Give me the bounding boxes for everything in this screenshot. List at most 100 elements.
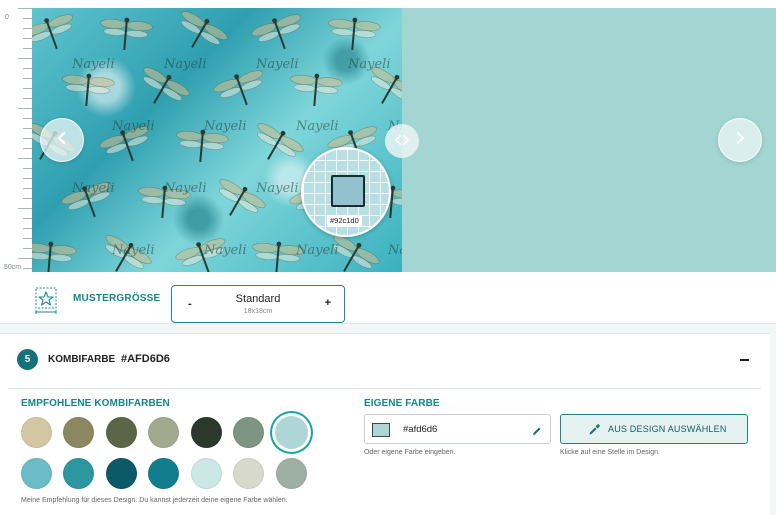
vertical-ruler: 0 50cm [0,8,32,271]
watermark-text: Nayeli [387,243,402,258]
dragonfly-motif [328,17,381,51]
design-preview: 0 50cm Nayeli Nayeli Nayeli Nayeli Nayeli Nay… [0,0,776,272]
watermark-text: Nayeli [203,119,246,134]
color-swatch[interactable] [63,457,94,489]
color-swatch[interactable] [105,457,137,489]
color-swatch[interactable] [148,416,179,448]
dragonfly-motif [62,73,115,107]
ruler-tick [23,198,32,199]
collapse-button[interactable] [740,359,749,361]
color-swatch[interactable] [274,415,308,449]
pick-from-design-button[interactable]: AUS DESIGN AUSWÄHLEN [560,414,748,444]
pick-from-design-label: AUS DESIGN AUSWÄHLEN [608,424,727,434]
ruler-tick [23,248,32,249]
watermark-text: Nayeli [347,57,390,72]
ruler-tick [18,108,32,109]
ruler-tick [23,68,32,69]
loupe-hex-label: #92c1d0 [327,215,362,227]
eyedropper-icon [588,423,601,441]
watermark-text: Nayeli [203,243,246,258]
ruler-tick [23,128,32,129]
dragonfly-motif [251,14,302,50]
watermark-text: Nayeli [255,57,298,72]
color-picker-loupe: #92c1d0 [301,147,391,237]
chevron-left-icon [54,130,70,151]
ruler-tick [23,188,32,189]
pick-from-design-hint: Klicke auf eine Stelle im Design. [560,449,660,456]
ruler-tick [18,158,32,159]
next-button[interactable] [718,118,762,162]
color-swatch[interactable] [275,457,307,489]
dragonfly-motif [180,11,228,48]
split-arrows-icon [395,132,409,150]
app-root: 0 50cm Nayeli Nayeli Nayeli Nayeli Nayeli Nay… [0,0,776,515]
ruler-tick [18,8,32,9]
color-swatch[interactable] [233,457,264,489]
own-color-title: EIGENE FARBE [364,398,440,409]
ruler-tick [23,168,32,169]
watermark-text: Nayeli [255,181,298,196]
panel-title[interactable]: KOMBIFARBE [48,354,115,365]
loupe-color-swatch [331,175,365,207]
pencil-icon[interactable] [531,424,542,442]
size-value: Standard [235,293,281,305]
color-swatch[interactable] [190,416,222,448]
ruler-tick [18,258,32,259]
watermark-text: Nayeli [71,181,114,196]
ruler-tick [23,18,32,19]
own-color-value[interactable]: #afd6d6 [403,424,437,435]
dragonfly-motif [32,14,74,50]
ruler-tick [23,38,32,39]
watermark-text: Nayeli [163,57,206,72]
ruler-tick [23,98,32,99]
dragonfly-motif [290,73,343,107]
chevron-right-icon [732,130,748,151]
ruler-tick [23,28,32,29]
own-color-field[interactable]: #afd6d6 [364,414,551,444]
ruler-tick [23,238,32,239]
ruler-tick [23,228,32,229]
color-swatch[interactable] [20,457,52,489]
color-swatch[interactable] [63,416,94,448]
ruler-tick [23,268,32,269]
ruler-tick [23,78,32,79]
ruler-end-label: 50cm [4,264,22,271]
ruler-tick [23,88,32,89]
panel-current-hex: #AFD6D6 [121,353,170,365]
color-swatch[interactable] [233,416,264,448]
ruler-tick [23,178,32,179]
ruler-tick [23,118,32,119]
recommended-colors-title: EMPFOHLENE KOMBIFARBEN [21,398,170,409]
compare-split-handle[interactable] [385,124,419,158]
color-swatch[interactable] [148,457,179,489]
previous-button[interactable] [40,118,84,162]
color-swatch[interactable] [20,416,52,448]
watermark-text: Nayeli [71,57,114,72]
ruler-tick [23,218,32,219]
panel-divider [8,388,761,389]
ruler-tick [23,48,32,49]
own-color-hint: Oder eigene Farbe eingeben. [364,449,456,456]
watermark-text: Nayeli [111,119,154,134]
ruler-tick [23,148,32,149]
color-swatch[interactable] [190,457,222,489]
star-icon [33,286,59,314]
size-increase-button[interactable]: + [325,297,331,309]
watermark-text: Nayeli [295,243,338,258]
color-swatch[interactable] [105,416,137,448]
watermark-text: Nayeli [111,243,154,258]
pattern-size-label: MUSTERGRÖSSE [73,293,161,304]
ruler-tick [23,138,32,139]
pattern-size-stepper[interactable]: - Standard 18x18cm + [171,285,345,323]
watermark-text: Nayeli [163,181,206,196]
step-number-badge: 5 [17,349,38,370]
ruler-start-label: 0 [5,14,9,21]
watermark-text: Nayeli [295,119,338,134]
own-color-chip [372,423,390,437]
recommendation-note: Meine Empfehlung für dieses Design. Du k… [21,497,288,504]
ruler-tick [18,58,32,59]
size-dimensions: 18x18cm [243,308,273,315]
dragonfly-motif [100,17,153,51]
ruler-tick [18,208,32,209]
dragonfly-motif [213,70,264,106]
